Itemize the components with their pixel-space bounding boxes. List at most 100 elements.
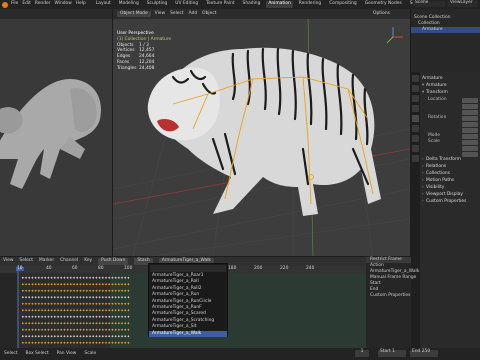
keyframe-marker[interactable]: [47, 328, 50, 331]
keyframe-marker[interactable]: [66, 328, 69, 331]
keyframe-marker[interactable]: [34, 335, 37, 338]
keyframe-marker[interactable]: [53, 315, 56, 318]
keyframe-marker[interactable]: [28, 322, 31, 325]
keyframe-marker[interactable]: [82, 315, 85, 318]
keyframe-marker[interactable]: [114, 296, 117, 299]
keyframe-marker[interactable]: [108, 296, 111, 299]
keyframe-marker[interactable]: [34, 283, 37, 286]
action-search-field[interactable]: [150, 265, 226, 272]
keyframe-marker[interactable]: [120, 335, 124, 338]
keyframe-marker[interactable]: [63, 328, 66, 331]
keyframe-marker[interactable]: [95, 341, 98, 344]
keyframe-marker[interactable]: [92, 302, 95, 305]
keyframe-marker[interactable]: [82, 322, 85, 325]
keyframe-marker[interactable]: [85, 315, 88, 318]
keyframe-marker[interactable]: [66, 309, 69, 312]
keyframe-marker[interactable]: [44, 328, 47, 331]
keyframe-marker[interactable]: [95, 322, 98, 325]
section-transform[interactable]: ▾ Transform: [422, 90, 478, 97]
keyframe-marker[interactable]: [28, 289, 31, 292]
outliner-item-armature[interactable]: Armature: [411, 27, 480, 33]
keyframe-marker[interactable]: [72, 341, 76, 344]
keyframe-marker[interactable]: [69, 315, 72, 318]
keyframe-marker[interactable]: [28, 276, 31, 279]
tab-sculpting[interactable]: Sculpting: [145, 1, 170, 7]
keyframe-marker[interactable]: [111, 302, 114, 305]
keyframe-marker[interactable]: [50, 315, 53, 318]
keyframe-marker[interactable]: [111, 322, 114, 325]
keyframe-marker[interactable]: [88, 276, 92, 279]
keyframe-marker[interactable]: [28, 341, 31, 344]
keyframe-marker[interactable]: [117, 276, 120, 279]
keyframe-marker[interactable]: [24, 315, 28, 318]
section-armature[interactable]: ▾ Armature: [422, 83, 478, 90]
keyframe-marker[interactable]: [60, 315, 63, 318]
keyframe-marker[interactable]: [50, 309, 53, 312]
keyframe-marker[interactable]: [47, 302, 50, 305]
keyframe-marker[interactable]: [76, 289, 79, 292]
menu-file[interactable]: File: [11, 1, 18, 6]
keyframe-marker[interactable]: [101, 315, 104, 318]
keyframe-marker[interactable]: [28, 315, 31, 318]
keyframe-marker[interactable]: [92, 315, 95, 318]
keyframe-marker[interactable]: [21, 289, 24, 292]
keyframe-marker[interactable]: [127, 335, 130, 338]
keyframe-marker[interactable]: [108, 335, 111, 338]
keyframe-marker[interactable]: [37, 335, 40, 338]
keyframe-marker[interactable]: [47, 283, 50, 286]
section-relations[interactable]: › Relations: [422, 164, 478, 171]
keyframe-marker[interactable]: [92, 276, 95, 279]
keyframe-marker[interactable]: [101, 283, 104, 286]
keyframe-marker[interactable]: [24, 328, 28, 331]
keyframe-marker[interactable]: [101, 296, 104, 299]
object-name-field[interactable]: Armature: [422, 76, 478, 83]
keyframe-marker[interactable]: [56, 335, 60, 338]
keyframe-marker[interactable]: [53, 328, 56, 331]
keyframe-marker[interactable]: [50, 322, 53, 325]
keyframe-marker[interactable]: [82, 309, 85, 312]
keyframe-marker[interactable]: [104, 283, 108, 286]
keyframe-marker[interactable]: [95, 302, 98, 305]
tab-rendering[interactable]: Rendering: [297, 1, 323, 7]
keyframe-marker[interactable]: [120, 341, 124, 344]
keyframe-marker[interactable]: [88, 322, 92, 325]
keyframe-marker[interactable]: [127, 322, 130, 325]
keyframe-marker[interactable]: [53, 309, 56, 312]
keyframe-marker[interactable]: [104, 289, 108, 292]
keyframe-marker[interactable]: [66, 335, 69, 338]
keyframe-marker[interactable]: [44, 322, 47, 325]
keyframe-marker[interactable]: [79, 335, 82, 338]
keyframe-marker[interactable]: [124, 289, 127, 292]
keyframe-marker[interactable]: [40, 309, 44, 312]
keyframe-marker[interactable]: [40, 335, 44, 338]
keyframe-marker[interactable]: [66, 283, 69, 286]
keyframe-marker[interactable]: [28, 283, 31, 286]
keyframe-marker[interactable]: [76, 309, 79, 312]
keyframe-marker[interactable]: [101, 341, 104, 344]
keyframe-marker[interactable]: [104, 341, 108, 344]
keyframe-marker[interactable]: [114, 341, 117, 344]
keyframe-marker[interactable]: [53, 341, 56, 344]
keyframe-marker[interactable]: [50, 341, 53, 344]
keyframe-marker[interactable]: [114, 276, 117, 279]
keyframe-marker[interactable]: [72, 296, 76, 299]
keyframe-marker[interactable]: [56, 315, 60, 318]
keyframe-marker[interactable]: [114, 335, 117, 338]
keyframe-marker[interactable]: [34, 322, 37, 325]
keyframe-marker[interactable]: [28, 296, 31, 299]
keyframe-marker[interactable]: [40, 276, 44, 279]
render-tab-icon[interactable]: [412, 85, 419, 92]
keyframe-marker[interactable]: [44, 302, 47, 305]
keyframe-marker[interactable]: [31, 315, 34, 318]
keyframe-marker[interactable]: [56, 309, 60, 312]
keyframe-marker[interactable]: [92, 322, 95, 325]
outliner[interactable]: Scene Collection Collection Armature: [411, 9, 480, 72]
keyframe-marker[interactable]: [40, 315, 44, 318]
location-z-field[interactable]: [462, 109, 478, 115]
keyframe-marker[interactable]: [72, 328, 76, 331]
keyframe-marker[interactable]: [108, 289, 111, 292]
keyframe-marker[interactable]: [37, 315, 40, 318]
keyframe-marker[interactable]: [92, 309, 95, 312]
keyframe-marker[interactable]: [101, 309, 104, 312]
keyframe-marker[interactable]: [79, 328, 82, 331]
